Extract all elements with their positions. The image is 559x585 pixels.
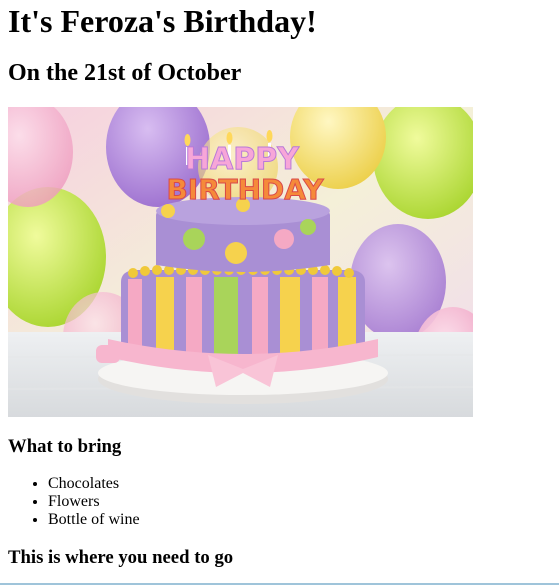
- what-to-bring-heading: What to bring: [8, 436, 122, 457]
- page: It's Feroza's Birthday! On the 21st of O…: [0, 0, 559, 585]
- page-title: It's Feroza's Birthday!: [8, 3, 317, 39]
- directions-heading: This is where you need to go: [8, 547, 234, 568]
- list-item: Bottle of wine: [48, 511, 551, 529]
- list-item: Flowers: [48, 493, 551, 511]
- cake-topper-birthday: BIRTHDAY: [166, 173, 324, 206]
- birthday-cake-image: HAPPY BIRTHDAY: [8, 107, 473, 417]
- bring-list: Chocolates Flowers Bottle of wine: [8, 475, 551, 529]
- cake-topper-happy: HAPPY: [185, 142, 300, 177]
- page-subtitle: On the 21st of October: [8, 60, 242, 86]
- list-item: Chocolates: [48, 475, 551, 493]
